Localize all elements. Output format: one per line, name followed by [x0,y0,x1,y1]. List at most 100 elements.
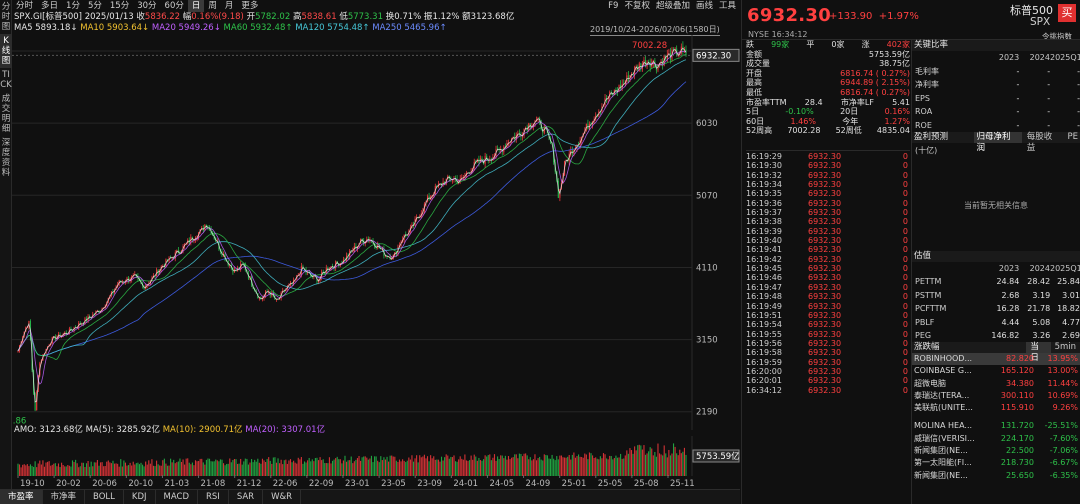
tf-more[interactable]: 更多 [237,0,262,12]
volume-bar [428,461,430,476]
nav-trade-detail[interactable]: 成交明细 [0,92,12,136]
tf-30min[interactable]: 30分 [133,0,160,12]
tf-5min[interactable]: 5分 [84,0,106,12]
quote-cell: 开盘 [746,68,762,78]
volume-bar [632,453,634,476]
tab-pb[interactable]: 市净率 [43,490,86,504]
mover-price: 131.720 [1000,421,1034,431]
tick-cell: 6932.30 [808,320,842,330]
tick-cell: 0 [902,348,908,358]
tab-pe-forecast[interactable]: PE [1066,132,1080,143]
tick-row: 16:19:32 6932.30 0 [746,171,910,180]
exchange: NYSE [748,30,770,39]
ratio-row: 毛利率 - - - [912,65,1080,79]
f9-button[interactable]: F9 [608,0,618,12]
volume-bar [450,456,452,476]
ratio-name: 净利率 [915,80,939,89]
mover-name: ROBINHOOD... [914,354,973,363]
tick-cell: 6932.30 [808,161,842,171]
tick-cell: 6932.30 [808,301,842,311]
mover-row[interactable]: 美联航(UNITE... 115.910 9.26% [912,402,1080,414]
mover-row[interactable]: 第一太阳能(FI... 218.730 -6.67% [912,457,1080,469]
draw-line-button[interactable]: 画线 [696,0,713,12]
tab-sar[interactable]: SAR [229,490,264,504]
overlay-button[interactable]: 超级叠加 [656,0,690,12]
volume-bar [303,461,306,476]
tf-multiday[interactable]: 多日 [37,0,62,12]
ratio-value: 3.01 [1062,290,1080,300]
volume-bar [73,461,75,476]
tick-cell: 0 [902,357,908,367]
year-col: 2024 [1029,53,1050,62]
tf-day[interactable]: 日 [187,0,205,12]
quote-row: 5日 -0.10% 20日 0.16% [746,107,910,117]
volume-bar [497,456,499,476]
tab-net-profit[interactable]: 归母净利润 [973,132,1022,153]
valuation-title: 估值 [912,251,1080,262]
low-label: 低 [339,12,348,22]
volume-bar [434,459,436,476]
tick-cell: 0 [902,366,908,376]
tick-list[interactable]: 16:19:29 6932.30 0 16:19:30 6932.30 0 16:19:32… [746,152,910,395]
change-value: +133.90 [829,11,873,22]
tf-15min[interactable]: 15分 [106,0,133,12]
volume-bar [571,454,573,476]
volume-bar [246,458,248,476]
mover-row[interactable]: ROBINHOOD... 82.820 13.95% [912,353,1080,366]
ratio-value: 5.08 [1032,317,1051,327]
tab-macd[interactable]: MACD [156,490,198,504]
volume-bar [333,459,335,476]
tick-cell: 6932.30 [808,273,842,283]
volume-bar [349,460,351,476]
volume-bar [358,455,360,476]
mover-row[interactable]: 新闻集团(NE... 22.500 -7.06% [912,445,1080,457]
ratio-value: - [1047,93,1051,103]
volume-bar [596,458,598,476]
volume-bar [479,460,482,476]
volume-bar [585,454,587,476]
tab-boll[interactable]: BOLL [85,490,124,504]
nav-kline[interactable]: K线图 [0,34,12,68]
volume-bar [652,455,654,476]
volume-bar [392,456,394,476]
last-price-label: 6932.30 [696,51,731,61]
tf-month[interactable]: 月 [221,0,238,12]
nav-timeshare[interactable]: 分时图 [0,0,12,34]
ratio-value: - [1016,66,1020,76]
no-adjust-button[interactable]: 不复权 [624,0,650,12]
tf-week[interactable]: 周 [204,0,221,12]
volume-bar [606,458,608,476]
tick-cell: 6932.30 [808,282,842,292]
tab-rsi[interactable]: RSI [198,490,229,504]
tab-today[interactable]: 当日 [1026,342,1051,363]
tab-eps[interactable]: 每股收益 [1022,132,1066,153]
mover-row[interactable]: 新闻集团(NE... 25.650 -6.35% [912,470,1080,482]
nav-tick[interactable]: TICK [0,68,12,92]
tick-cell: 16:19:30 [746,161,782,171]
tab-pe[interactable]: 市盈率 [0,490,43,504]
tab-wr[interactable]: W&R [263,490,302,504]
candlestick-chart[interactable]: 219031504110507060306932.307002.282191.8… [12,35,740,430]
mover-price: 224.170 [1000,433,1034,443]
volume-bar [498,459,500,476]
volume-bar [476,460,478,476]
nav-depth[interactable]: 深度资料 [0,136,12,180]
tab-kdj[interactable]: KDJ [124,490,156,504]
tf-timeshare[interactable]: 分时 [12,0,37,12]
mover-row[interactable]: COINBASE G... 165.120 13.00% [912,365,1080,377]
buy-button[interactable]: 买 [1058,4,1076,22]
tick-cell: 16:19:38 [746,217,782,227]
volume-bar [668,449,670,476]
volume-bar [71,460,74,476]
mover-row[interactable]: 威瑞信(VERISI... 224.170 -7.60% [912,433,1080,445]
tab-5min[interactable]: 5min [1051,342,1080,353]
tools-button[interactable]: 工具 [719,0,736,12]
volume-bar [243,461,245,476]
volume-bar [521,456,524,476]
mover-row[interactable]: MOLINA HEA... 131.720 -25.51% [912,420,1080,432]
mover-row[interactable]: 超微电脑 34.380 11.44% [912,378,1080,390]
tf-1min[interactable]: 1分 [62,0,84,12]
volume-chart[interactable]: 5753.59亿 [12,436,740,476]
tf-60min[interactable]: 60分 [161,0,188,12]
mover-row[interactable]: 泰瑞达(TERA... 300.110 10.69% [912,390,1080,402]
